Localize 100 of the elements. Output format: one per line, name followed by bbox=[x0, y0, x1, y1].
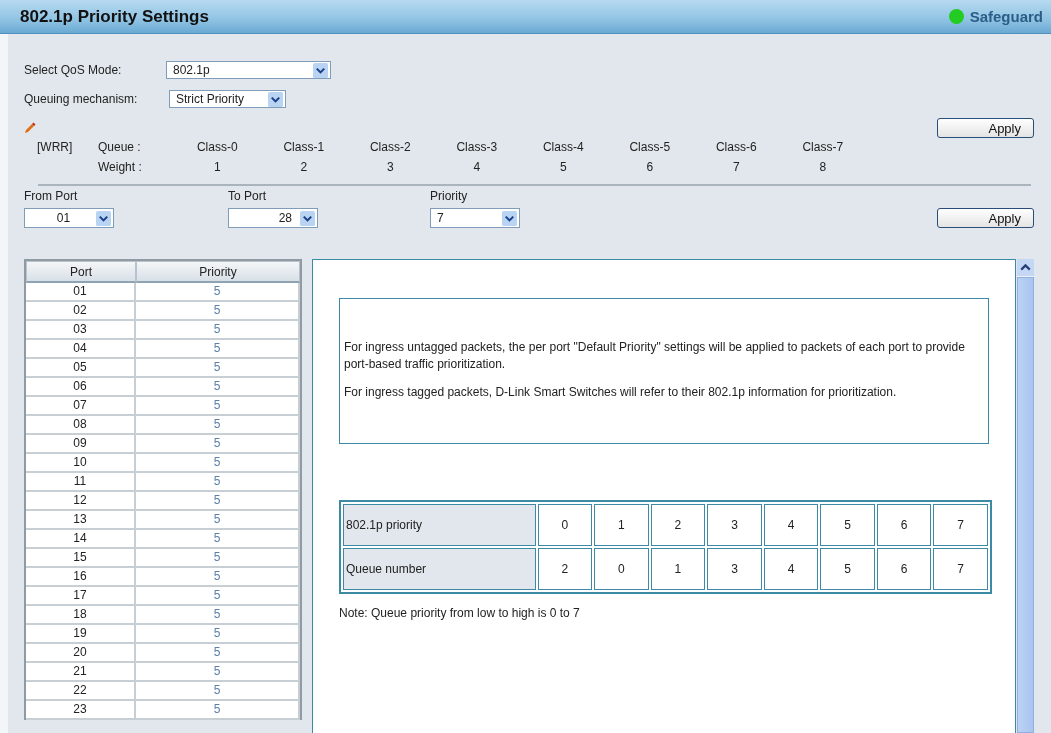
priority-cell: 5 bbox=[136, 549, 300, 568]
mapping-cell: 7 bbox=[933, 504, 988, 546]
port-cell: 09 bbox=[26, 435, 136, 454]
priority-cell: 5 bbox=[136, 340, 300, 359]
mapping-cell: 2 bbox=[650, 504, 706, 546]
mapping-cell: 3 bbox=[707, 504, 762, 546]
from-port-dropdown[interactable]: 01 bbox=[24, 208, 114, 228]
port-cell: 03 bbox=[26, 321, 136, 340]
priority-dropdown[interactable]: 7 bbox=[430, 208, 520, 228]
from-port-label: From Port bbox=[24, 189, 79, 203]
qos-mode-label: Select QoS Mode: bbox=[24, 63, 123, 77]
port-cell: 23 bbox=[26, 701, 136, 720]
port-cell: 22 bbox=[26, 682, 136, 701]
chevron-down-icon bbox=[268, 91, 283, 107]
priority-cell: 5 bbox=[136, 606, 300, 625]
note-text: Note: Queue priority from low to high is 0 to 7 bbox=[339, 606, 581, 620]
port-cell: 05 bbox=[26, 359, 136, 378]
wrr-label: [WRR] bbox=[36, 140, 74, 154]
port-cell: 17 bbox=[26, 587, 136, 606]
priority-label: Priority bbox=[430, 189, 469, 203]
priority-cell: 5 bbox=[136, 416, 300, 435]
scroll-up-icon[interactable] bbox=[1017, 259, 1034, 276]
queue-class: Class-6 bbox=[714, 140, 758, 154]
page-title: 802.1p Priority Settings bbox=[20, 6, 209, 27]
queue-class: Class-3 bbox=[455, 140, 499, 154]
priority-cell: 5 bbox=[136, 321, 300, 340]
weight-value: 7 bbox=[731, 160, 741, 174]
to-port-dropdown[interactable]: 28 bbox=[228, 208, 318, 228]
weight-label: Weight : bbox=[98, 160, 143, 174]
port-cell: 02 bbox=[26, 302, 136, 321]
port-cell: 19 bbox=[26, 625, 136, 644]
weight-value: 6 bbox=[645, 160, 655, 174]
queuing-mechanism-label: Queuing mechanism: bbox=[24, 92, 139, 106]
priority-cell: 5 bbox=[136, 530, 300, 549]
chevron-down-icon bbox=[96, 210, 111, 226]
mapping-cell: 1 bbox=[650, 548, 706, 590]
port-cell: 16 bbox=[26, 568, 136, 587]
mapping-cell: 0 bbox=[594, 548, 649, 590]
port-cell: 04 bbox=[26, 340, 136, 359]
pencil-icon bbox=[24, 122, 36, 134]
mapping-cell: 1 bbox=[594, 504, 649, 546]
priority-cell: 5 bbox=[136, 644, 300, 663]
mapping-cell: 4 bbox=[763, 548, 819, 590]
port-cell: 20 bbox=[26, 644, 136, 663]
to-port-label: To Port bbox=[228, 189, 267, 203]
mapping-cell: 0 bbox=[537, 504, 593, 546]
weight-value: 1 bbox=[212, 160, 222, 174]
port-cell: 07 bbox=[26, 397, 136, 416]
port-cell: 10 bbox=[26, 454, 136, 473]
weight-value: 2 bbox=[299, 160, 309, 174]
port-cell: 11 bbox=[26, 473, 136, 492]
queue-label: Queue : bbox=[98, 140, 142, 154]
chevron-down-icon bbox=[313, 62, 328, 78]
port-cell: 18 bbox=[26, 606, 136, 625]
info-paragraph: For ingress tagged packets, D-Link Smart Switches will refer to their 802.1p information for prioritization. bbox=[344, 384, 898, 401]
apply-button[interactable]: Apply bbox=[937, 118, 1034, 138]
port-cell: 12 bbox=[26, 492, 136, 511]
priority-cell: 5 bbox=[136, 663, 300, 682]
port-cell: 13 bbox=[26, 511, 136, 530]
queuing-mechanism-dropdown[interactable]: Strict Priority bbox=[169, 90, 286, 108]
apply-button[interactable]: Apply bbox=[937, 208, 1034, 228]
queue-class: Class-4 bbox=[541, 140, 585, 154]
port-cell: 21 bbox=[26, 663, 136, 682]
port-cell: 06 bbox=[26, 378, 136, 397]
weight-value: 4 bbox=[472, 160, 482, 174]
weight-value: 5 bbox=[558, 160, 568, 174]
priority-cell: 5 bbox=[136, 701, 300, 720]
priority-cell: 5 bbox=[136, 302, 300, 321]
port-cell: 08 bbox=[26, 416, 136, 435]
queue-class: Class-0 bbox=[195, 140, 239, 154]
priority-cell: 5 bbox=[136, 435, 300, 454]
chevron-down-icon bbox=[300, 210, 315, 226]
priority-cell: 5 bbox=[136, 283, 300, 302]
priority-cell: 5 bbox=[136, 568, 300, 587]
column-header: Port bbox=[26, 261, 136, 283]
port-cell: 15 bbox=[26, 549, 136, 568]
mapping-cell: 7 bbox=[933, 548, 988, 590]
priority-cell: 5 bbox=[136, 682, 300, 701]
priority-cell: 5 bbox=[136, 587, 300, 606]
safeguard-status: Safeguard bbox=[969, 8, 1043, 25]
weight-value: 3 bbox=[385, 160, 395, 174]
priority-cell: 5 bbox=[136, 511, 300, 530]
queue-class: Class-1 bbox=[282, 140, 326, 154]
mapping-row-label: 802.1p priority bbox=[343, 504, 536, 546]
status-dot-icon bbox=[948, 9, 964, 24]
info-paragraph: For ingress untagged packets, the per port "Default Priority" settings will be applied to packets of each port to provide port-based traffic prioritization. bbox=[344, 339, 966, 373]
weight-value: 8 bbox=[818, 160, 828, 174]
priority-cell: 5 bbox=[136, 397, 300, 416]
queue-class: Class-5 bbox=[628, 140, 672, 154]
mapping-cell: 6 bbox=[876, 548, 932, 590]
priority-cell: 5 bbox=[136, 473, 300, 492]
priority-cell: 5 bbox=[136, 454, 300, 473]
mapping-cell: 5 bbox=[820, 504, 875, 546]
priority-cell: 5 bbox=[136, 378, 300, 397]
mapping-cell: 4 bbox=[763, 504, 819, 546]
priority-cell: 5 bbox=[136, 359, 300, 378]
mapping-row-label: Queue number bbox=[343, 548, 536, 590]
qos-mode-dropdown[interactable]: 802.1p bbox=[166, 61, 331, 79]
priority-cell: 5 bbox=[136, 492, 300, 511]
port-cell: 01 bbox=[26, 283, 136, 302]
